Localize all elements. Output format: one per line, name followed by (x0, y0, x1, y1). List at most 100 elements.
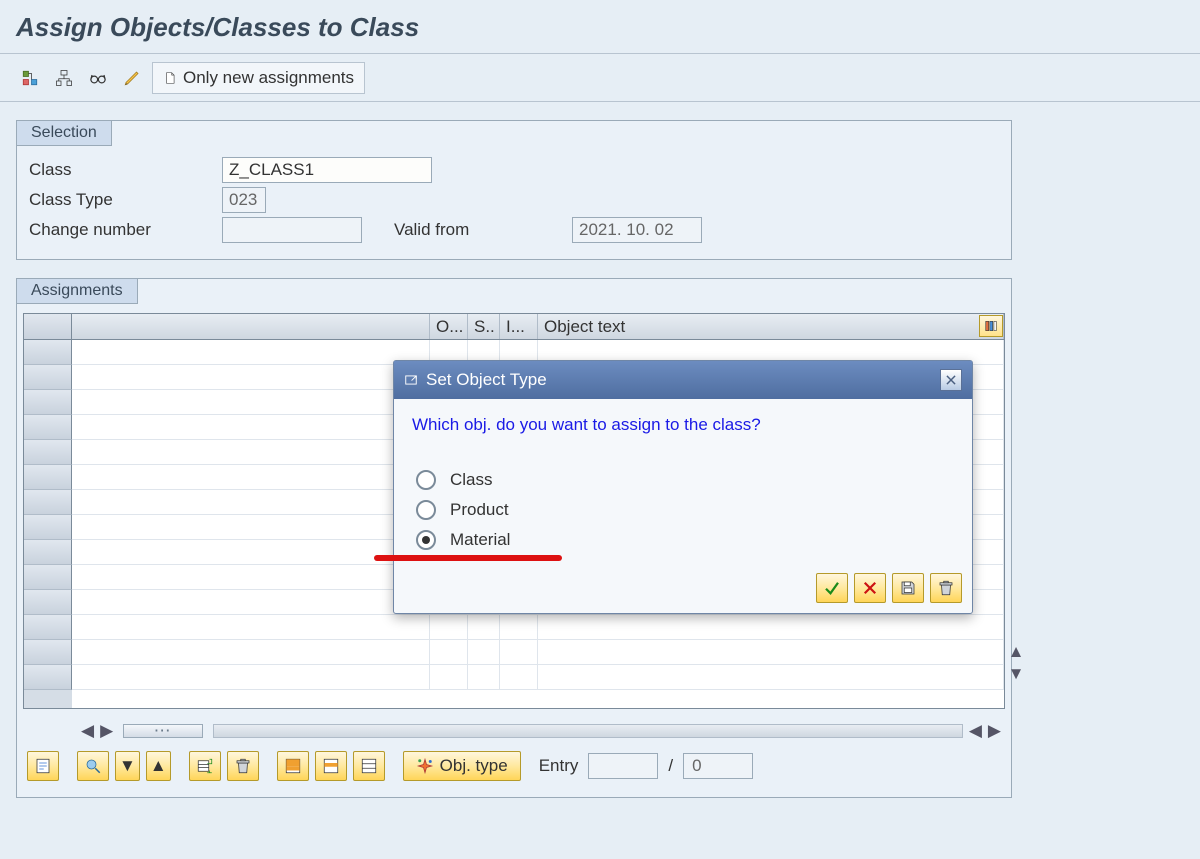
triangle-up-icon: ▲ (150, 756, 167, 776)
class-input[interactable] (222, 157, 432, 183)
scroll-down-button[interactable]: ▼ (1005, 663, 1027, 685)
table-row-header[interactable] (24, 665, 72, 690)
check-icon (823, 579, 841, 597)
table-row-header[interactable] (24, 490, 72, 515)
hscroll-track[interactable] (213, 724, 963, 738)
annotation-underline (374, 555, 562, 561)
selection-header: Selection (16, 120, 112, 146)
entry-total-input (683, 753, 753, 779)
find-button[interactable] (77, 751, 109, 781)
dialog-prompt: Which obj. do you want to assign to the … (412, 415, 954, 435)
scroll-right-button[interactable]: ▶ (100, 721, 113, 741)
glasses-icon (89, 69, 107, 87)
scroll-right-end-button[interactable]: ▶ (988, 721, 1001, 741)
col-header-object-text[interactable]: Object text (538, 314, 1004, 339)
dialog-save-button[interactable] (892, 573, 924, 603)
rowheader-corner (24, 314, 72, 340)
details-button[interactable] (27, 751, 59, 781)
col-header-blank[interactable] (72, 314, 430, 339)
deselect-icon (360, 757, 378, 775)
deselect-all-button[interactable] (353, 751, 385, 781)
toolbar-icon-pencil[interactable] (118, 63, 146, 93)
table-row-header[interactable] (24, 390, 72, 415)
entry-current-input (588, 753, 658, 779)
row-header-column (24, 314, 72, 708)
save-icon (899, 579, 917, 597)
radio-icon (416, 500, 436, 520)
find-icon (84, 757, 102, 775)
insert-row-button[interactable] (189, 751, 221, 781)
insert-row-icon (196, 757, 214, 775)
delete-row-button[interactable] (227, 751, 259, 781)
selection-panel: Selection Class Class Type Change number… (16, 120, 1012, 260)
only-new-assignments-button[interactable]: Only new assignments (152, 62, 365, 94)
radio-option-material[interactable]: Material (412, 525, 954, 555)
select-all-button[interactable] (277, 751, 309, 781)
class-type-label: Class Type (27, 190, 222, 210)
scroll-up-button[interactable]: ▲ (1005, 641, 1027, 663)
radio-option-class[interactable]: Class (412, 465, 954, 495)
table-row-header[interactable] (24, 415, 72, 440)
trash-icon (234, 757, 252, 775)
sparkle-icon (416, 757, 434, 775)
table-row-header[interactable] (24, 515, 72, 540)
scroll-left-button[interactable]: ◀ (81, 721, 94, 741)
radio-label-class: Class (450, 470, 493, 490)
dialog-continue-button[interactable] (816, 573, 848, 603)
sort-up-button[interactable]: ▲ (146, 751, 171, 781)
col-header-s[interactable]: S.. (468, 314, 500, 339)
col-header-i[interactable]: I... (500, 314, 538, 339)
select-all-icon (284, 757, 302, 775)
assignments-bottom-toolbar: ▼ ▲ (23, 745, 1005, 787)
table-row-header[interactable] (24, 365, 72, 390)
table-row-header[interactable] (24, 440, 72, 465)
assignments-header: Assignments (16, 278, 138, 304)
sort-down-button[interactable]: ▼ (115, 751, 140, 781)
dialog-close-button[interactable] (940, 369, 962, 391)
valid-from-label: Valid from (392, 220, 572, 240)
dialog-title-text: Set Object Type (426, 370, 547, 390)
trash-icon (937, 579, 955, 597)
table-row-header[interactable] (24, 340, 72, 365)
radio-icon (416, 530, 436, 550)
obj-type-button[interactable]: Obj. type (403, 751, 521, 781)
structure-icon (21, 69, 39, 87)
table-row-header[interactable] (24, 640, 72, 665)
toolbar-icon-glasses[interactable] (84, 63, 112, 93)
column-header-row: O... S.. I... Object text (72, 314, 1004, 340)
pencil-icon (123, 69, 141, 87)
radio-label-product: Product (450, 500, 509, 520)
columns-icon (984, 319, 998, 333)
table-row-header[interactable] (24, 615, 72, 640)
triangle-down-icon: ▼ (119, 756, 136, 776)
dialog-icon (404, 373, 418, 387)
col-header-o[interactable]: O... (430, 314, 468, 339)
toolbar-icon-2[interactable] (50, 63, 78, 93)
dialog-delete-button[interactable] (930, 573, 962, 603)
dialog-cancel-button[interactable] (854, 573, 886, 603)
set-object-type-dialog: Set Object Type Which obj. do you want t… (393, 360, 973, 614)
valid-from-input (572, 217, 702, 243)
document-icon (163, 71, 177, 85)
only-new-label: Only new assignments (183, 68, 354, 88)
select-block-button[interactable] (315, 751, 347, 781)
table-row-header[interactable] (24, 540, 72, 565)
change-number-label: Change number (27, 220, 222, 240)
hierarchy-icon (55, 69, 73, 87)
toolbar-icon-1[interactable] (16, 63, 44, 93)
cancel-icon (861, 579, 879, 597)
table-row-header[interactable] (24, 465, 72, 490)
top-toolbar: Only new assignments (0, 54, 1200, 102)
radio-icon (416, 470, 436, 490)
obj-type-label: Obj. type (440, 756, 508, 776)
dialog-titlebar[interactable]: Set Object Type (394, 361, 972, 399)
class-type-input (222, 187, 266, 213)
table-row-header[interactable] (24, 565, 72, 590)
class-label: Class (27, 160, 222, 180)
scroll-left-end-button[interactable]: ◀ (969, 721, 982, 741)
radio-option-product[interactable]: Product (412, 495, 954, 525)
close-icon (944, 373, 958, 387)
table-config-button[interactable] (979, 315, 1003, 337)
table-row-header[interactable] (24, 590, 72, 615)
column-width-handle[interactable] (123, 724, 203, 738)
